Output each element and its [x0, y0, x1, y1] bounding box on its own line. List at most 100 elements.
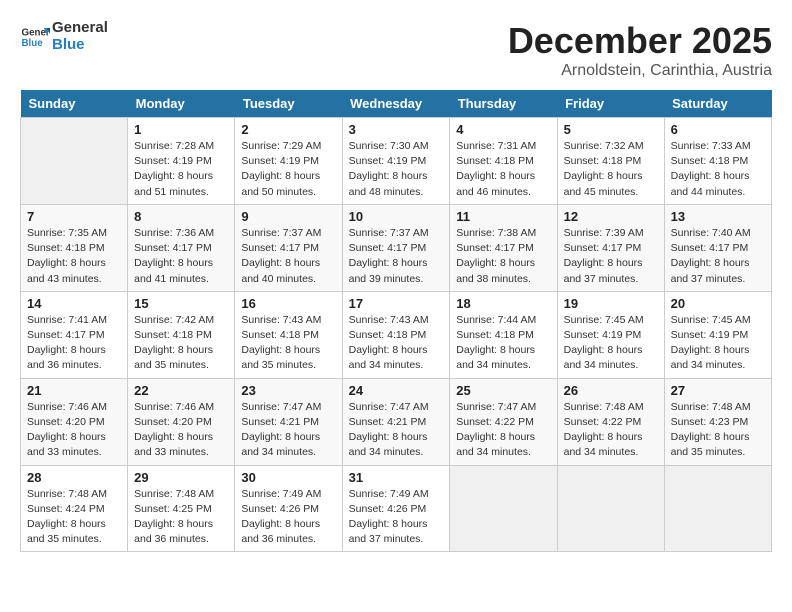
- calendar-cell: 23 Sunrise: 7:47 AM Sunset: 4:21 PM Dayli…: [235, 378, 342, 465]
- day-info: Sunrise: 7:36 AM Sunset: 4:17 PM Dayligh…: [134, 226, 228, 287]
- day-info: Sunrise: 7:45 AM Sunset: 4:19 PM Dayligh…: [671, 313, 765, 374]
- day-info: Sunrise: 7:31 AM Sunset: 4:18 PM Dayligh…: [456, 139, 550, 200]
- weekday-header-thursday: Thursday: [450, 90, 557, 118]
- logo: General Blue General Blue: [20, 20, 108, 53]
- day-info: Sunrise: 7:47 AM Sunset: 4:21 PM Dayligh…: [349, 400, 444, 461]
- location-title: Arnoldstein, Carinthia, Austria: [508, 62, 772, 80]
- day-number: 10: [349, 209, 444, 224]
- day-info: Sunrise: 7:43 AM Sunset: 4:18 PM Dayligh…: [349, 313, 444, 374]
- day-info: Sunrise: 7:37 AM Sunset: 4:17 PM Dayligh…: [349, 226, 444, 287]
- day-info: Sunrise: 7:28 AM Sunset: 4:19 PM Dayligh…: [134, 139, 228, 200]
- calendar-cell: 31 Sunrise: 7:49 AM Sunset: 4:26 PM Dayli…: [342, 465, 450, 552]
- day-number: 19: [564, 296, 658, 311]
- day-info: Sunrise: 7:42 AM Sunset: 4:18 PM Dayligh…: [134, 313, 228, 374]
- calendar-cell: 26 Sunrise: 7:48 AM Sunset: 4:22 PM Dayli…: [557, 378, 664, 465]
- calendar-cell: 18Sunrise: 7:44 AM Sunset: 4:18 PM Dayli…: [450, 291, 557, 378]
- day-number: 14: [27, 296, 121, 311]
- day-info: Sunrise: 7:40 AM Sunset: 4:17 PM Dayligh…: [671, 226, 765, 287]
- day-number: 17: [349, 296, 444, 311]
- calendar-cell: [664, 465, 771, 552]
- calendar-cell: [21, 118, 128, 205]
- calendar-cell: 20 Sunrise: 7:45 AM Sunset: 4:19 PM Dayli…: [664, 291, 771, 378]
- logo-general: General: [52, 20, 108, 37]
- calendar-cell: 28 Sunrise: 7:48 AM Sunset: 4:24 PM Dayli…: [21, 465, 128, 552]
- calendar-cell: 4 Sunrise: 7:31 AM Sunset: 4:18 PM Daylig…: [450, 118, 557, 205]
- day-info: Sunrise: 7:49 AM Sunset: 4:26 PM Dayligh…: [349, 487, 444, 548]
- weekday-header-wednesday: Wednesday: [342, 90, 450, 118]
- day-number: 26: [564, 383, 658, 398]
- calendar-cell: 9 Sunrise: 7:37 AM Sunset: 4:17 PM Daylig…: [235, 204, 342, 291]
- day-number: 9: [241, 209, 335, 224]
- day-number: 7: [27, 209, 121, 224]
- calendar-body: 1 Sunrise: 7:28 AM Sunset: 4:19 PM Daylig…: [21, 118, 772, 552]
- calendar-cell: 14 Sunrise: 7:41 AM Sunset: 4:17 PM Dayli…: [21, 291, 128, 378]
- day-number: 27: [671, 383, 765, 398]
- calendar-week-3: 14 Sunrise: 7:41 AM Sunset: 4:17 PM Dayli…: [21, 291, 772, 378]
- calendar-cell: 13 Sunrise: 7:40 AM Sunset: 4:17 PM Dayli…: [664, 204, 771, 291]
- day-number: 1: [134, 122, 228, 137]
- day-number: 25: [456, 383, 550, 398]
- calendar-cell: 22Sunrise: 7:46 AM Sunset: 4:20 PM Dayli…: [128, 378, 235, 465]
- day-info: Sunrise: 7:38 AM Sunset: 4:17 PM Dayligh…: [456, 226, 550, 287]
- day-number: 30: [241, 470, 335, 485]
- day-info: Sunrise: 7:41 AM Sunset: 4:17 PM Dayligh…: [27, 313, 121, 374]
- day-number: 24: [349, 383, 444, 398]
- weekday-header-row: SundayMondayTuesdayWednesdayThursdayFrid…: [21, 90, 772, 118]
- day-info: Sunrise: 7:45 AM Sunset: 4:19 PM Dayligh…: [564, 313, 658, 374]
- day-number: 20: [671, 296, 765, 311]
- calendar-cell: 27Sunrise: 7:48 AM Sunset: 4:23 PM Dayli…: [664, 378, 771, 465]
- calendar-week-5: 28 Sunrise: 7:48 AM Sunset: 4:24 PM Dayli…: [21, 465, 772, 552]
- calendar-week-2: 7 Sunrise: 7:35 AM Sunset: 4:18 PM Daylig…: [21, 204, 772, 291]
- weekday-header-monday: Monday: [128, 90, 235, 118]
- weekday-header-sunday: Sunday: [21, 90, 128, 118]
- day-number: 4: [456, 122, 550, 137]
- day-info: Sunrise: 7:32 AM Sunset: 4:18 PM Dayligh…: [564, 139, 658, 200]
- calendar-cell: 12 Sunrise: 7:39 AM Sunset: 4:17 PM Dayli…: [557, 204, 664, 291]
- calendar-cell: 11Sunrise: 7:38 AM Sunset: 4:17 PM Dayli…: [450, 204, 557, 291]
- day-number: 23: [241, 383, 335, 398]
- weekday-header-saturday: Saturday: [664, 90, 771, 118]
- day-info: Sunrise: 7:47 AM Sunset: 4:21 PM Dayligh…: [241, 400, 335, 461]
- day-info: Sunrise: 7:46 AM Sunset: 4:20 PM Dayligh…: [134, 400, 228, 461]
- calendar: SundayMondayTuesdayWednesdayThursdayFrid…: [20, 90, 772, 552]
- title-block: December 2025 Arnoldstein, Carinthia, Au…: [508, 20, 772, 80]
- calendar-cell: 8 Sunrise: 7:36 AM Sunset: 4:17 PM Daylig…: [128, 204, 235, 291]
- day-info: Sunrise: 7:35 AM Sunset: 4:18 PM Dayligh…: [27, 226, 121, 287]
- day-info: Sunrise: 7:37 AM Sunset: 4:17 PM Dayligh…: [241, 226, 335, 287]
- month-title: December 2025: [508, 20, 772, 62]
- day-number: 21: [27, 383, 121, 398]
- day-number: 28: [27, 470, 121, 485]
- calendar-cell: 25 Sunrise: 7:47 AM Sunset: 4:22 PM Dayli…: [450, 378, 557, 465]
- calendar-cell: 29Sunrise: 7:48 AM Sunset: 4:25 PM Dayli…: [128, 465, 235, 552]
- day-info: Sunrise: 7:48 AM Sunset: 4:22 PM Dayligh…: [564, 400, 658, 461]
- calendar-cell: 7 Sunrise: 7:35 AM Sunset: 4:18 PM Daylig…: [21, 204, 128, 291]
- day-number: 8: [134, 209, 228, 224]
- day-number: 18: [456, 296, 550, 311]
- day-number: 31: [349, 470, 444, 485]
- day-number: 5: [564, 122, 658, 137]
- calendar-cell: 2Sunrise: 7:29 AM Sunset: 4:19 PM Daylig…: [235, 118, 342, 205]
- weekday-header-friday: Friday: [557, 90, 664, 118]
- day-number: 13: [671, 209, 765, 224]
- calendar-week-1: 1 Sunrise: 7:28 AM Sunset: 4:19 PM Daylig…: [21, 118, 772, 205]
- day-info: Sunrise: 7:48 AM Sunset: 4:25 PM Dayligh…: [134, 487, 228, 548]
- day-info: Sunrise: 7:30 AM Sunset: 4:19 PM Dayligh…: [349, 139, 444, 200]
- weekday-header-tuesday: Tuesday: [235, 90, 342, 118]
- day-info: Sunrise: 7:47 AM Sunset: 4:22 PM Dayligh…: [456, 400, 550, 461]
- calendar-cell: 15Sunrise: 7:42 AM Sunset: 4:18 PM Dayli…: [128, 291, 235, 378]
- calendar-cell: 10 Sunrise: 7:37 AM Sunset: 4:17 PM Dayli…: [342, 204, 450, 291]
- calendar-cell: 3Sunrise: 7:30 AM Sunset: 4:19 PM Daylig…: [342, 118, 450, 205]
- day-number: 12: [564, 209, 658, 224]
- day-info: Sunrise: 7:33 AM Sunset: 4:18 PM Dayligh…: [671, 139, 765, 200]
- svg-text:Blue: Blue: [22, 38, 44, 49]
- day-number: 16: [241, 296, 335, 311]
- calendar-cell: 24 Sunrise: 7:47 AM Sunset: 4:21 PM Dayli…: [342, 378, 450, 465]
- calendar-cell: 16Sunrise: 7:43 AM Sunset: 4:18 PM Dayli…: [235, 291, 342, 378]
- day-info: Sunrise: 7:48 AM Sunset: 4:24 PM Dayligh…: [27, 487, 121, 548]
- day-info: Sunrise: 7:49 AM Sunset: 4:26 PM Dayligh…: [241, 487, 335, 548]
- calendar-cell: 6Sunrise: 7:33 AM Sunset: 4:18 PM Daylig…: [664, 118, 771, 205]
- calendar-cell: 5 Sunrise: 7:32 AM Sunset: 4:18 PM Daylig…: [557, 118, 664, 205]
- calendar-cell: [450, 465, 557, 552]
- calendar-cell: 30 Sunrise: 7:49 AM Sunset: 4:26 PM Dayli…: [235, 465, 342, 552]
- day-info: Sunrise: 7:39 AM Sunset: 4:17 PM Dayligh…: [564, 226, 658, 287]
